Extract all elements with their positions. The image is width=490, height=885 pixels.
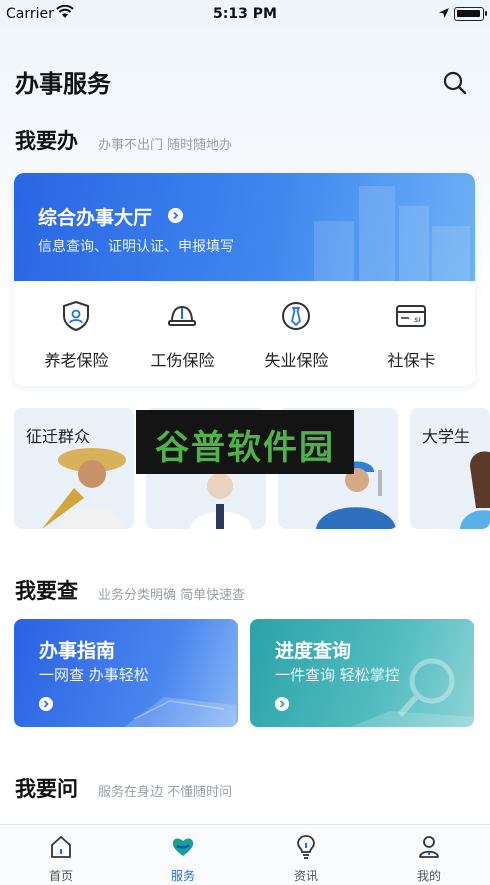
section-subtitle-ask: 服务在身边 不懂随时问 (98, 785, 233, 800)
service-hall-subtitle: 信息查询、证明认证、申报填写 (38, 239, 234, 255)
watermark-logo: 谷普软件园 (136, 410, 354, 474)
svg-text:SI: SI (414, 317, 421, 324)
location-arrow-icon (439, 8, 449, 18)
progress-card[interactable]: 进度查询 一件查询 轻松掌控 (250, 619, 474, 727)
guide-card-subtitle: 一网查 办事轻松 (39, 666, 149, 684)
page-title: 办事服务 (15, 70, 111, 98)
service-label: 工伤保险 (150, 351, 215, 370)
progress-card-title: 进度查询 (275, 640, 352, 662)
section-subtitle-check: 业务分类明确 简单快速查 (98, 588, 246, 603)
tab-bar: 首页 服务 资讯 我的 (0, 824, 490, 885)
service-label: 社保卡 (387, 351, 436, 370)
section-title-check: 我要查 (15, 579, 78, 603)
student-illustration (460, 451, 490, 529)
tie-badge-icon (282, 302, 310, 330)
chevron-right-icon (168, 208, 183, 223)
service-label: 失业保险 (264, 351, 329, 370)
tab-home[interactable]: 首页 (0, 825, 122, 885)
chevron-right-icon (39, 697, 53, 711)
guide-card[interactable]: 办事指南 一网查 办事轻松 (14, 619, 238, 727)
helmet-icon (168, 305, 196, 326)
service-label: 养老保险 (44, 351, 109, 370)
user-icon (419, 836, 439, 858)
service-work-injury[interactable]: 工伤保险 (125, 281, 240, 386)
status-bar: Carrier 5:13 PM (0, 0, 490, 28)
tab-mine[interactable]: 我的 (368, 825, 490, 885)
service-unemployment[interactable]: 失业保险 (239, 281, 354, 386)
tab-news[interactable]: 资讯 (245, 825, 367, 885)
service-pension[interactable]: 养老保险 (19, 281, 134, 386)
section-title-ask: 我要问 (15, 777, 78, 801)
shield-person-icon (63, 300, 89, 332)
home-icon (51, 836, 71, 858)
card-icon: SI (396, 305, 426, 327)
search-icon[interactable] (441, 69, 469, 97)
service-hall-banner[interactable]: 综合办事大厅 信息查询、证明认证、申报填写 (14, 173, 475, 281)
tab-label: 首页 (48, 869, 73, 883)
guide-card-title: 办事指南 (39, 640, 116, 662)
section-title-do: 我要办 (15, 129, 78, 153)
service-hall-title: 综合办事大厅 (38, 207, 153, 229)
farmer-illustration (42, 448, 126, 529)
tab-label: 资讯 (293, 869, 318, 883)
people-card-students[interactable]: 大学生 (410, 408, 490, 529)
people-card-relocation[interactable]: 征迁群众 (14, 408, 134, 529)
tab-label: 我的 (416, 869, 441, 883)
watermark-text: 谷普软件园 (155, 428, 335, 468)
chevron-right-icon (275, 697, 289, 711)
service-hall-card: 综合办事大厅 信息查询、证明认证、申报填写 养老保险 工伤保险 失业保险 SI … (14, 173, 475, 386)
lightbulb-icon (297, 835, 315, 859)
progress-card-subtitle: 一件查询 轻松掌控 (275, 666, 400, 684)
service-social-card[interactable]: SI 社保卡 (354, 281, 469, 386)
tab-service[interactable]: 服务 (122, 825, 244, 885)
battery-icon (454, 7, 487, 21)
status-time: 5:13 PM (213, 6, 277, 22)
tab-label: 服务 (170, 869, 195, 883)
heart-service-icon (172, 838, 194, 856)
section-subtitle-do: 办事不出门 随时随地办 (98, 138, 233, 153)
